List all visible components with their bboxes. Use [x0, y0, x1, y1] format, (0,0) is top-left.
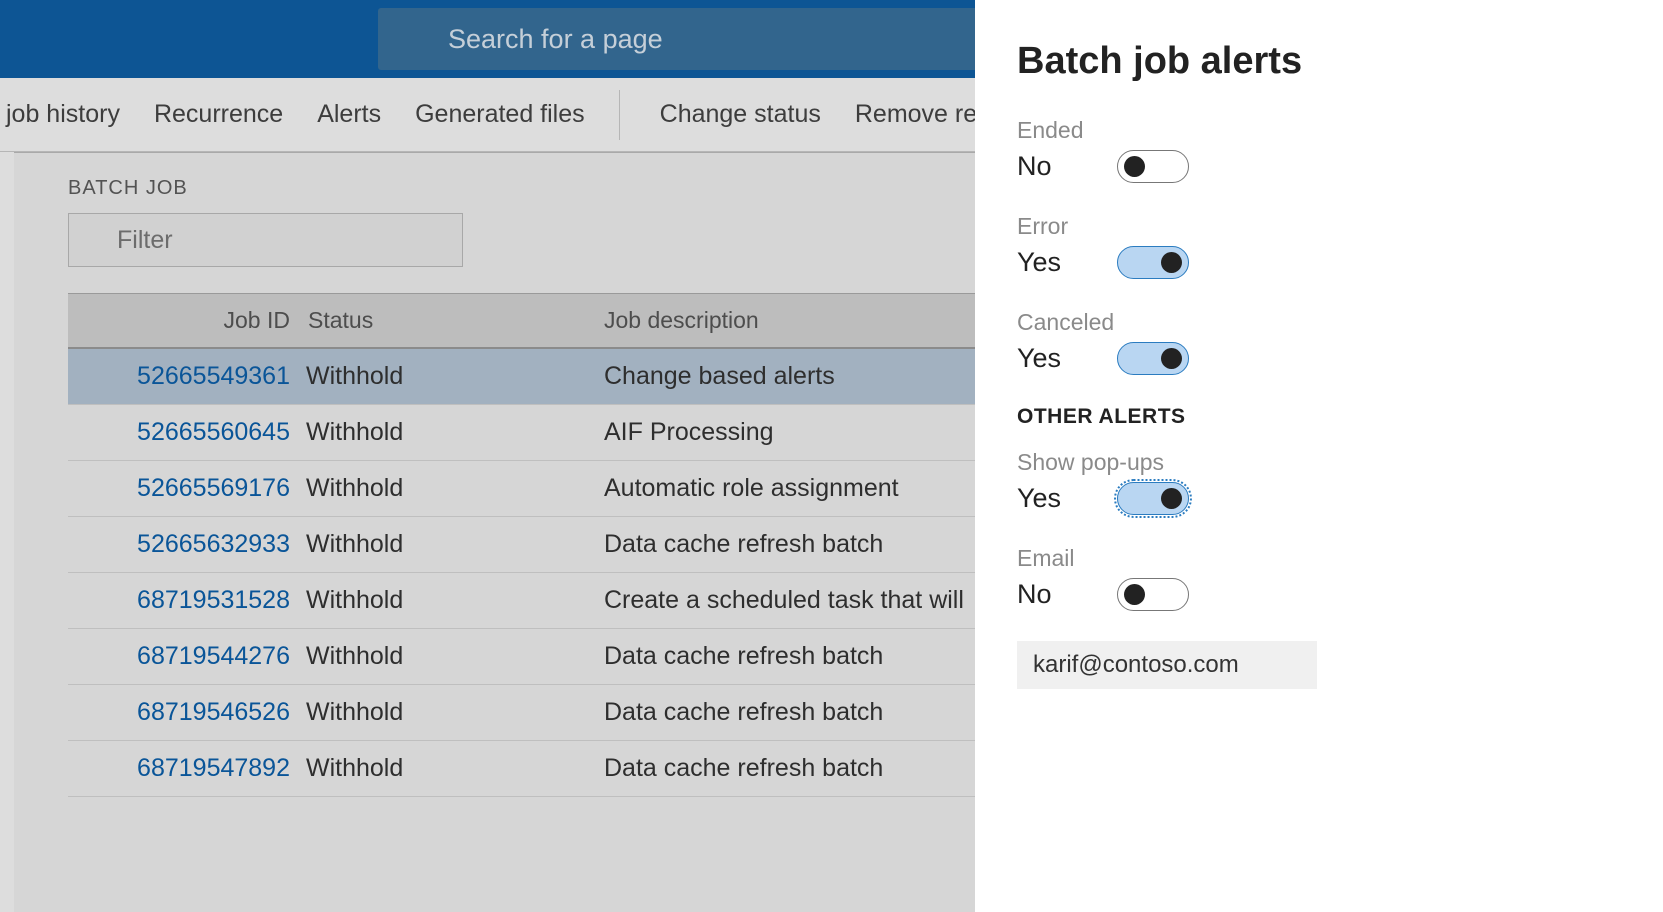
filter-input[interactable]: Filter [68, 213, 463, 267]
toggle-group: Show pop-ups Yes [1017, 449, 1663, 515]
toggle-group: Canceled Yes [1017, 309, 1663, 375]
cell-job-id[interactable]: 68719544276 [68, 642, 306, 671]
cell-job-id[interactable]: 68719531528 [68, 586, 306, 615]
toggle-knob [1124, 156, 1145, 177]
col-header-status[interactable]: Status [306, 307, 604, 334]
cell-status: Withhold [306, 418, 604, 447]
cell-job-id[interactable]: 52665560645 [68, 418, 306, 447]
action-alerts[interactable]: Alerts [317, 100, 381, 129]
toggle-knob [1161, 488, 1182, 509]
cell-status: Withhold [306, 586, 604, 615]
toggle-label: Canceled [1017, 309, 1663, 336]
cell-status: Withhold [306, 474, 604, 503]
toggle-label: Ended [1017, 117, 1663, 144]
cell-status: Withhold [306, 530, 604, 559]
cell-job-id[interactable]: 68719546526 [68, 698, 306, 727]
toggle-value: Yes [1017, 483, 1117, 514]
toggle-value: Yes [1017, 343, 1117, 374]
toggle-label: Email [1017, 545, 1663, 572]
toggle-switch[interactable] [1117, 482, 1189, 515]
toggle-switch[interactable] [1117, 150, 1189, 183]
toggle-switch[interactable] [1117, 246, 1189, 279]
cell-job-id[interactable]: 52665569176 [68, 474, 306, 503]
email-field[interactable] [1017, 641, 1317, 689]
toggle-switch[interactable] [1117, 578, 1189, 611]
toggle-group: Email No [1017, 545, 1663, 611]
action-job-history[interactable]: job history [6, 100, 120, 129]
filter-placeholder: Filter [117, 226, 173, 255]
toggle-label: Error [1017, 213, 1663, 240]
cell-status: Withhold [306, 642, 604, 671]
section-title: BATCH JOB [68, 177, 188, 200]
search-placeholder: Search for a page [448, 24, 663, 55]
action-generated-files[interactable]: Generated files [415, 100, 585, 129]
toggle-switch[interactable] [1117, 342, 1189, 375]
toggle-value: No [1017, 579, 1117, 610]
toggle-value: Yes [1017, 247, 1117, 278]
cell-status: Withhold [306, 754, 604, 783]
alerts-flyout: Batch job alerts EndedNoErrorYesCanceled… [975, 0, 1663, 912]
action-change-status[interactable]: Change status [660, 100, 821, 129]
action-recurrence[interactable]: Recurrence [154, 100, 283, 129]
toggle-value: No [1017, 151, 1117, 182]
cell-job-id[interactable]: 68719547892 [68, 754, 306, 783]
cell-job-id[interactable]: 52665549361 [68, 362, 306, 391]
cell-status: Withhold [306, 698, 604, 727]
search-input[interactable]: Search for a page [378, 8, 1078, 70]
cell-status: Withhold [306, 362, 604, 391]
toggle-label: Show pop-ups [1017, 449, 1663, 476]
cell-job-id[interactable]: 52665632933 [68, 530, 306, 559]
flyout-title: Batch job alerts [1017, 40, 1663, 83]
toggle-group: Error Yes [1017, 213, 1663, 279]
action-remove-rec[interactable]: Remove rec [855, 100, 990, 129]
other-alerts-heading: OTHER ALERTS [1017, 405, 1663, 429]
toggle-group: Ended No [1017, 117, 1663, 183]
toggle-knob [1124, 584, 1145, 605]
col-header-job-id[interactable]: Job ID [68, 307, 306, 334]
action-separator [619, 90, 620, 140]
toggle-knob [1161, 252, 1182, 273]
toggle-knob [1161, 348, 1182, 369]
